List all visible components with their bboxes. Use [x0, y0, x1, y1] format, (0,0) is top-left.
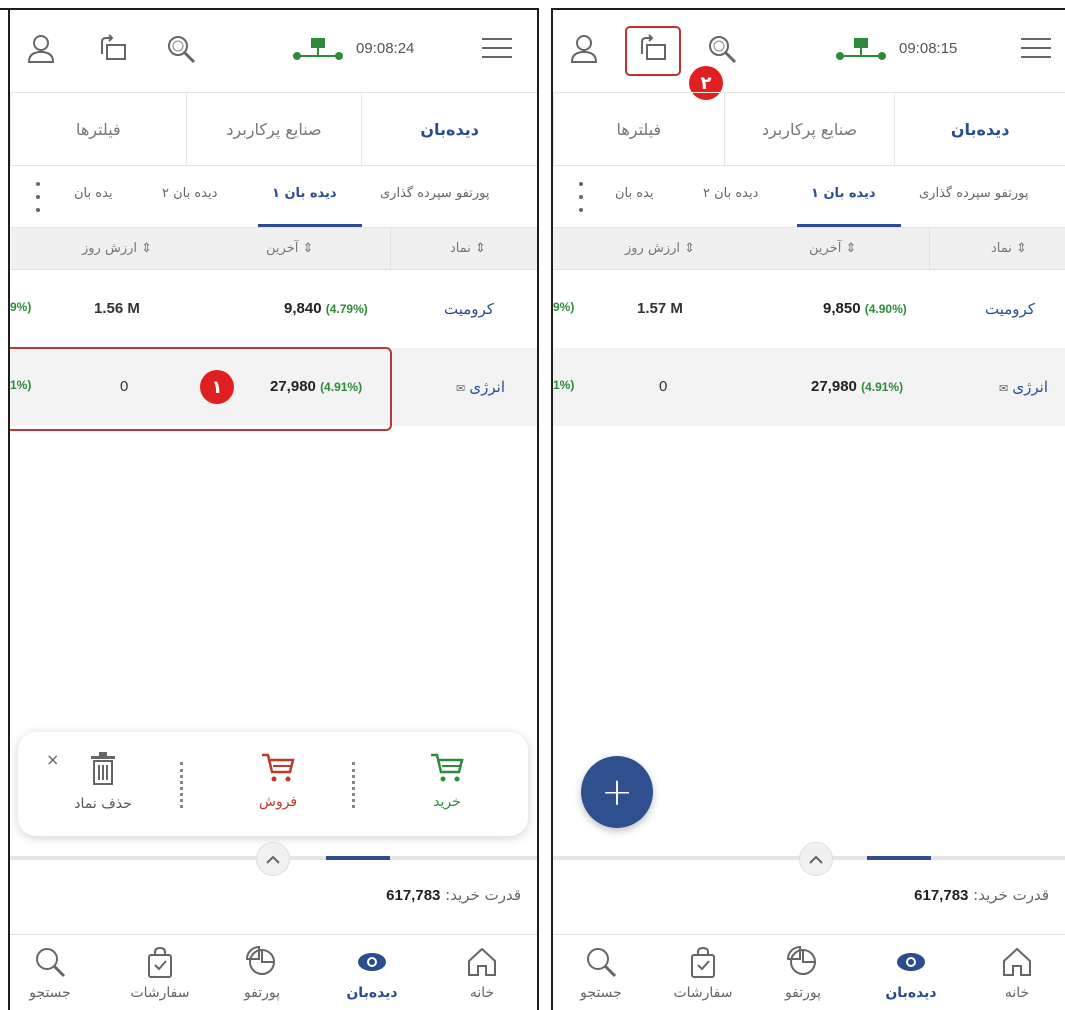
- buy-button[interactable]: خرید: [412, 752, 482, 810]
- row-action-bar: × حذف نماد فروش خرید: [18, 732, 528, 836]
- nav-search[interactable]: جستجو: [561, 945, 641, 1001]
- table-row[interactable]: 9%) 1.56 M 9,840 (4.79%) کرومیت: [10, 270, 537, 348]
- chevron-up-icon: [266, 855, 280, 864]
- watchlist-tabs: پورتفو سپرده گذاری دیده بان ۱ دیده بان ۲…: [10, 166, 537, 228]
- table-header: نماد ⇕ آخرین ⇕ ارزش روز ⇕: [553, 228, 1065, 270]
- watchlist-tab-2[interactable]: دیده بان ۲: [703, 186, 758, 201]
- cart-icon: [262, 753, 295, 782]
- shopping-bag-icon: [691, 946, 715, 978]
- column-symbol[interactable]: نماد ⇕: [991, 241, 1027, 256]
- nav-watch[interactable]: دیده‌بان: [332, 945, 412, 1001]
- watchlist-tabs: پورتفو سپرده گذاری دیده بان ۱ دیده بان ۲…: [553, 166, 1065, 228]
- column-last[interactable]: آخرین ⇕: [266, 241, 313, 256]
- expand-panel-button[interactable]: [799, 842, 833, 876]
- eye-icon: [897, 953, 925, 971]
- add-symbol-button[interactable]: +: [581, 756, 653, 828]
- close-icon[interactable]: ×: [46, 750, 59, 769]
- network-status-icon: [292, 36, 344, 68]
- watchlist-tab-1[interactable]: دیده بان ۱: [811, 186, 876, 201]
- home-icon: [468, 947, 496, 976]
- tab-filters[interactable]: فیلترها: [10, 93, 186, 165]
- top-bar: ۲ 09:08:15: [553, 10, 1065, 100]
- column-day-value[interactable]: ارزش روز ⇕: [625, 241, 695, 256]
- bottom-navigation: خانه دیده‌بان پورتفو سفارشات جستجو: [10, 934, 537, 1010]
- more-options-icon[interactable]: [34, 182, 42, 212]
- main-tabs: دیده‌بان صنایع پرکاربرد فیلترها: [553, 92, 1065, 166]
- watchlist-tab-3[interactable]: دیده بان: [74, 186, 112, 201]
- menu-icon[interactable]: [482, 38, 512, 60]
- nav-home[interactable]: خانه: [442, 945, 522, 1001]
- nav-home[interactable]: خانه: [977, 945, 1057, 1001]
- search-icon[interactable]: [705, 32, 739, 66]
- search-icon: [36, 948, 66, 978]
- trash-icon: [91, 752, 115, 785]
- bottom-navigation: خانه دیده‌بان پورتفو سفارشات جستجو: [553, 934, 1065, 1010]
- mail-icon: ✉: [456, 383, 466, 395]
- cart-icon: [431, 753, 464, 782]
- table-row[interactable]: 1%) 0 27,980 (4.91%) ✉ انرژی: [553, 348, 1065, 426]
- table-row[interactable]: 9%) 1.57 M 9,850 (4.90%) کرومیت: [553, 270, 1065, 348]
- buying-power: قدرت خرید: 617,783: [914, 886, 1049, 904]
- symbol-name[interactable]: کرومیت: [444, 300, 494, 318]
- shopping-bag-icon: [148, 946, 172, 978]
- expand-panel-button[interactable]: [256, 842, 290, 876]
- mail-icon: ✉: [999, 383, 1009, 395]
- eye-icon: [358, 953, 386, 971]
- nav-search[interactable]: جستجو: [10, 945, 90, 1001]
- nav-watch[interactable]: دیده‌بان: [871, 945, 951, 1001]
- menu-icon[interactable]: [1021, 38, 1051, 60]
- symbol-name[interactable]: ✉ انرژی: [999, 378, 1048, 396]
- nav-portfolio[interactable]: پورتفو: [222, 945, 302, 1001]
- tab-industries[interactable]: صنایع پرکاربرد: [723, 93, 895, 165]
- step-badge-1: ۱: [200, 370, 234, 404]
- screen-left: 09:08:24 دیده‌بان صنایع پرکاربرد فیلترها…: [10, 10, 537, 1010]
- tab-filters[interactable]: فیلترها: [553, 93, 724, 165]
- user-icon[interactable]: [567, 32, 601, 66]
- chevron-up-icon: [809, 855, 823, 864]
- search-icon: [587, 948, 617, 978]
- rotate-screen-icon[interactable]: [636, 32, 670, 66]
- nav-orders[interactable]: سفارشات: [120, 945, 200, 1001]
- column-symbol[interactable]: نماد ⇕: [450, 241, 486, 256]
- search-icon[interactable]: [164, 32, 198, 66]
- tab-watch[interactable]: دیده‌بان: [361, 93, 537, 165]
- watchlist-tab-portfolio[interactable]: پورتفو سپرده گذاری: [380, 186, 489, 201]
- pie-chart-icon: [245, 945, 275, 975]
- network-status-icon: [835, 36, 887, 68]
- column-day-value[interactable]: ارزش روز ⇕: [82, 241, 152, 256]
- active-tab-underline: [258, 224, 362, 227]
- symbol-name[interactable]: ✉ انرژی: [456, 378, 505, 396]
- watchlist-tab-3[interactable]: دیده بان: [615, 186, 653, 201]
- home-icon: [1003, 947, 1031, 976]
- table-header: نماد ⇕ آخرین ⇕ ارزش روز ⇕: [10, 228, 537, 270]
- main-tabs: دیده‌بان صنایع پرکاربرد فیلترها: [10, 92, 537, 166]
- screen-right: ۲ 09:08:15 دیده‌بان صنایع پرکاربرد فیلتر…: [553, 10, 1065, 1010]
- tab-industries[interactable]: صنایع پرکاربرد: [185, 93, 362, 165]
- tab-watch[interactable]: دیده‌بان: [894, 93, 1065, 165]
- nav-portfolio[interactable]: پورتفو: [763, 945, 843, 1001]
- sell-button[interactable]: فروش: [243, 752, 313, 810]
- top-bar: 09:08:24: [10, 10, 537, 92]
- clock: 09:08:15: [899, 40, 958, 57]
- clock: 09:08:24: [356, 40, 415, 57]
- more-options-icon[interactable]: [577, 182, 585, 212]
- watchlist-tab-2[interactable]: دیده بان ۲: [162, 186, 217, 201]
- user-icon[interactable]: [24, 32, 58, 66]
- buying-power: قدرت خرید: 617,783: [386, 886, 521, 904]
- symbol-name[interactable]: کرومیت: [985, 300, 1035, 318]
- rotate-screen-icon[interactable]: [96, 32, 130, 66]
- pie-chart-icon: [786, 945, 816, 975]
- active-tab-underline: [797, 224, 901, 227]
- watchlist-tab-1[interactable]: دیده بان ۱: [272, 186, 337, 201]
- delete-symbol-button[interactable]: حذف نماد: [68, 752, 138, 812]
- nav-orders[interactable]: سفارشات: [663, 945, 743, 1001]
- watchlist-tab-portfolio[interactable]: پورتفو سپرده گذاری: [919, 186, 1028, 201]
- column-last[interactable]: آخرین ⇕: [809, 241, 856, 256]
